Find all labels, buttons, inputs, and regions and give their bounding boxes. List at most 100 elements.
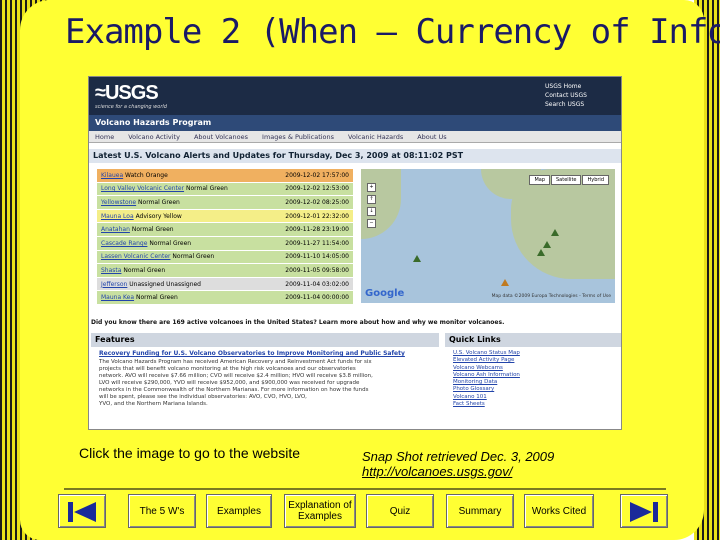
alert-status: Normal Green: [135, 294, 178, 302]
alert-row[interactable]: Mauna Kea Normal Green 2009-11-04 00:00:0…: [97, 291, 353, 304]
alert-volcano-name[interactable]: Mauna Loa: [101, 213, 134, 220]
features-link[interactable]: Recovery Funding for U.S. Volcano Observ…: [99, 350, 435, 357]
alert-row[interactable]: Anatahan Normal Green 2009-11-28 23:19:00: [97, 223, 353, 236]
alert-volcano-name[interactable]: Cascade Range: [101, 240, 147, 247]
quick-link[interactable]: Volcano Webcams: [453, 365, 621, 372]
alert-time: 2009-11-28 23:19:00: [285, 226, 349, 234]
alert-status: Advisory Yellow: [135, 212, 182, 220]
alert-row[interactable]: Mauna Loa Advisory Yellow 2009-12-01 22:3…: [97, 209, 353, 223]
alert-volcano-name[interactable]: Shasta: [101, 267, 121, 274]
volcano-marker[interactable]: [537, 249, 545, 256]
alert-time: 2009-11-05 09:58:00: [285, 266, 349, 274]
slide-title: Example 2 (When – Currency of Info): [65, 12, 720, 52]
quick-links-title: Quick Links: [445, 333, 621, 347]
alert-status: Normal Green: [185, 185, 228, 193]
quick-link[interactable]: Elevated Activity Page: [453, 357, 621, 364]
alert-row[interactable]: Long Valley Volcanic Center Normal Green…: [97, 182, 353, 196]
map-zoom-in-button[interactable]: +: [367, 183, 376, 192]
quick-link[interactable]: U.S. Volcano Status Map: [453, 350, 621, 357]
alert-row[interactable]: Lassen Volcanic Center Normal Green 2009-…: [97, 250, 353, 264]
alert-status: Normal Green: [172, 253, 215, 261]
header-link-search[interactable]: Search USGS: [545, 100, 587, 109]
alert-time: 2009-11-10 14:05:00: [285, 253, 349, 261]
nav-5ws-button[interactable]: The 5 W's: [128, 494, 196, 528]
volcano-marker[interactable]: [543, 241, 551, 248]
google-logo: Google: [365, 288, 405, 299]
header-link-home[interactable]: USGS Home: [545, 82, 587, 91]
map-pan-button[interactable]: ↑: [367, 195, 376, 204]
skip-first-icon: [68, 502, 96, 522]
header-link-contact[interactable]: Contact USGS: [545, 91, 587, 100]
header-links: USGS Home Contact USGS Search USGS: [545, 82, 587, 109]
volcano-marker[interactable]: [501, 279, 509, 286]
map-credit: Map data ©2009 Europa Technologies - Ter…: [491, 294, 611, 299]
quick-links-list: U.S. Volcano Status Map Elevated Activit…: [445, 347, 621, 408]
quick-link[interactable]: Fact Sheets: [453, 401, 621, 408]
alert-status: Normal Green: [138, 198, 180, 206]
quick-link[interactable]: Monitoring Data: [453, 379, 621, 386]
alert-time: 2009-12-01 22:32:00: [285, 212, 349, 220]
alert-volcano-name[interactable]: Mauna Kea: [101, 294, 134, 301]
quick-link[interactable]: Volcano 101: [453, 394, 621, 401]
features-text-line: will be spent, please see the individual…: [99, 394, 307, 400]
nav-images-publications[interactable]: Images & Publications: [262, 131, 334, 142]
features-text: The Volcano Hazards Program has received…: [99, 359, 439, 408]
alert-volcano: Shasta Normal Green: [101, 267, 165, 274]
alert-row[interactable]: Shasta Normal Green 2009-11-05 09:58:00: [97, 264, 353, 277]
volcano-map[interactable]: + ↑ ↓ − Map Satellite Hybrid Google Map …: [361, 169, 615, 303]
alert-volcano: Long Valley Volcanic Center Normal Green: [101, 185, 228, 192]
map-button-map[interactable]: Map: [529, 175, 550, 185]
features-text-line: LVO will receive $290,000, YVO will rece…: [99, 380, 360, 386]
features-text-line: The Volcano Hazards Program has received…: [99, 359, 372, 365]
nav-works-cited-button[interactable]: Works Cited: [524, 494, 594, 528]
alert-volcano-name[interactable]: Lassen Volcanic Center: [101, 253, 171, 260]
nav-volcano-activity[interactable]: Volcano Activity: [128, 131, 180, 142]
alert-time: 2009-12-02 12:53:00: [285, 185, 349, 193]
alert-status: Unassigned Unassigned: [129, 280, 201, 288]
quick-link[interactable]: Photo Glossary: [453, 386, 621, 393]
alert-row[interactable]: Jefferson Unassigned Unassigned 2009-11-0…: [97, 277, 353, 291]
volcano-marker[interactable]: [413, 255, 421, 262]
features-text-line: YVO, and the Northern Mariana Islands.: [99, 401, 208, 407]
alert-volcano: Cascade Range Normal Green: [101, 240, 191, 247]
website-screenshot[interactable]: ≈USGS science for a changing world USGS …: [88, 76, 622, 430]
website-link[interactable]: http://volcanoes.usgs.gov/: [362, 464, 512, 479]
map-button-hybrid[interactable]: Hybrid: [582, 175, 609, 185]
nav-examples-button[interactable]: Examples: [206, 494, 272, 528]
program-title: Volcano Hazards Program: [89, 115, 621, 131]
nav-summary-button[interactable]: Summary: [446, 494, 514, 528]
volcano-notice: Did you know there are 169 active volcan…: [91, 319, 505, 326]
nav-about-us[interactable]: About Us: [417, 131, 446, 142]
map-button-satellite[interactable]: Satellite: [551, 175, 582, 185]
nav-home[interactable]: Home: [95, 131, 114, 142]
alert-volcano-name[interactable]: Anatahan: [101, 226, 130, 233]
alert-time: 2009-11-04 03:02:00: [285, 280, 349, 288]
nav-volcanic-hazards[interactable]: Volcanic Hazards: [348, 131, 403, 142]
nav-explanation-button[interactable]: Explanation of Examples: [284, 494, 356, 528]
alert-volcano: Mauna Kea Normal Green: [101, 294, 178, 301]
nav-about-volcanoes[interactable]: About Volcanoes: [194, 131, 248, 142]
alert-row[interactable]: Cascade Range Normal Green 2009-11-27 11:…: [97, 236, 353, 250]
map-pan-button[interactable]: ↓: [367, 207, 376, 216]
alert-volcano-name[interactable]: Jefferson: [101, 281, 127, 288]
alert-status: Watch Orange: [125, 171, 168, 179]
alert-time: 2009-12-02 17:57:00: [285, 171, 349, 179]
map-zoom-out-button[interactable]: −: [367, 219, 376, 228]
alert-volcano-name[interactable]: Yellowstone: [101, 199, 136, 206]
alert-row[interactable]: Yellowstone Normal Green 2009-12-02 08:25…: [97, 196, 353, 209]
skip-last-icon: [630, 502, 658, 522]
nav-quiz-button[interactable]: Quiz: [366, 494, 434, 528]
site-nav: Home Volcano Activity About Volcanoes Im…: [89, 131, 621, 143]
volcano-marker[interactable]: [551, 229, 559, 236]
alert-volcano-name[interactable]: Long Valley Volcanic Center: [101, 185, 184, 192]
features-title: Features: [91, 333, 439, 347]
alert-volcano: Jefferson Unassigned Unassigned: [101, 281, 201, 288]
alert-row[interactable]: Kilauea Watch Orange 2009-12-02 17:57:00: [97, 169, 353, 182]
alert-volcano: Mauna Loa Advisory Yellow: [101, 213, 182, 220]
usgs-header: ≈USGS science for a changing world USGS …: [89, 77, 621, 115]
last-slide-button[interactable]: [620, 494, 668, 528]
quick-link[interactable]: Volcano Ash Information: [453, 372, 621, 379]
first-slide-button[interactable]: [58, 494, 106, 528]
alert-volcano: Lassen Volcanic Center Normal Green: [101, 253, 214, 260]
alert-volcano-name[interactable]: Kilauea: [101, 172, 123, 179]
